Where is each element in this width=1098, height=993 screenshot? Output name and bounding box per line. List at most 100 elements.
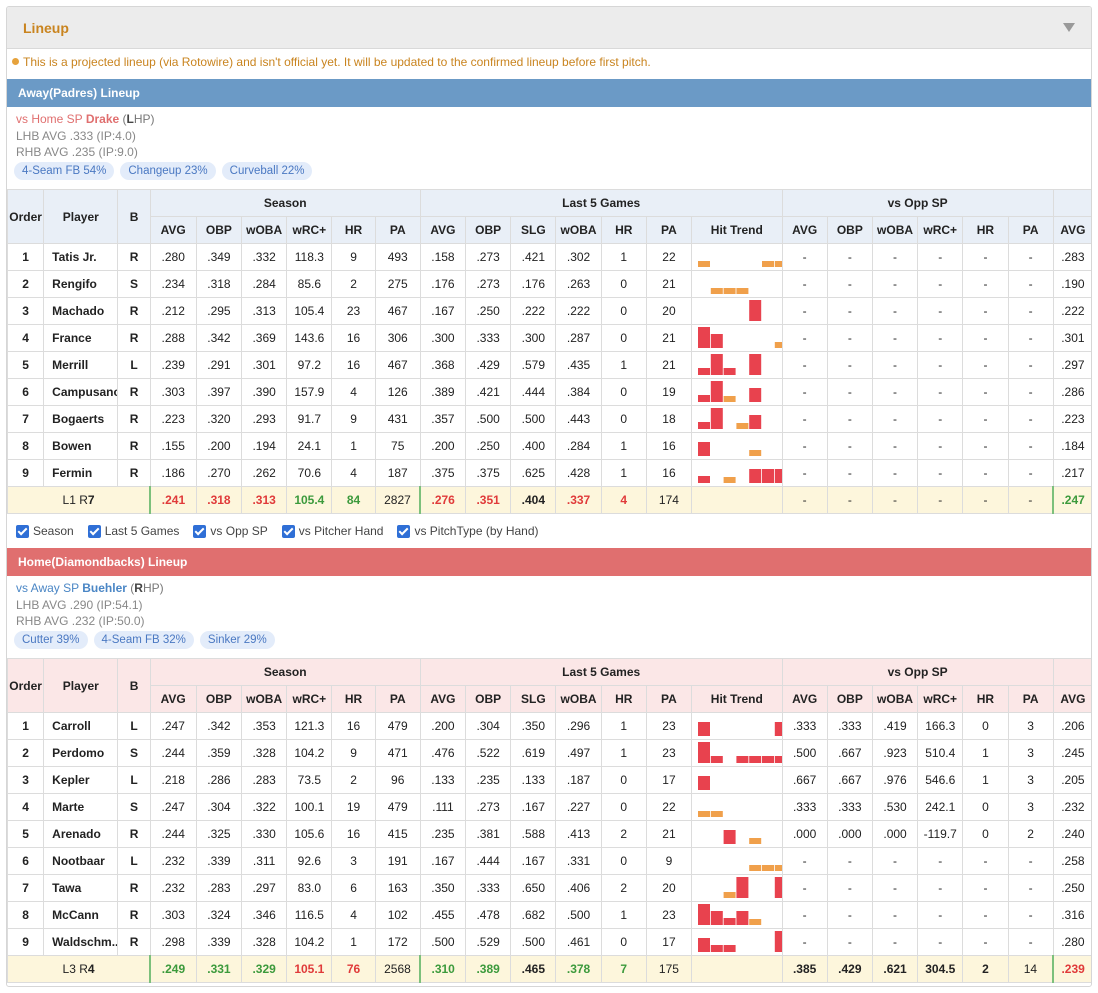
col-last5-stat[interactable]: PA	[645, 216, 693, 244]
checkbox-checked-icon[interactable]	[16, 524, 29, 538]
col-season-stat[interactable]: wOBA	[241, 216, 288, 244]
filter-checkbox[interactable]: vs Pitcher Hand	[281, 524, 383, 538]
table-row[interactable]: 8 Bowen R .155.200.194 24.1 1 75.200.250.400.2…	[7, 432, 1091, 460]
player-name[interactable]: Campusano	[43, 378, 119, 406]
col-bats[interactable]: B	[117, 658, 151, 713]
table-row[interactable]: 5 Arenado R .244.325.330 105.6 16 415.235.381.…	[7, 820, 1091, 848]
col-vs-stat[interactable]: AVG	[781, 216, 828, 244]
col-extra-avg[interactable]: AVG	[1052, 685, 1091, 713]
col-season-stat[interactable]: OBP	[195, 685, 243, 713]
table-row[interactable]: 3 Kepler L .218.286.283 73.5 2 96.133.235.133.…	[7, 766, 1091, 794]
col-order[interactable]: Order	[7, 658, 45, 713]
col-vs-stat[interactable]: HR	[962, 216, 1009, 244]
pitch-type-badge[interactable]: Cutter 39%	[14, 631, 88, 649]
table-row[interactable]: 8 McCann R .303.324.346 116.5 4 102.455.478.68…	[7, 901, 1091, 929]
filter-checkbox[interactable]: Season	[16, 524, 74, 538]
col-vs-stat[interactable]: wRC+	[917, 685, 964, 713]
table-row[interactable]: 4 Marte S .247.304.322 100.1 19 479.111.273.16…	[7, 793, 1091, 821]
col-last5-stat[interactable]: HR	[600, 685, 647, 713]
table-row[interactable]: 7 Bogaerts R .223.320.293 91.7 9 431.357.500.5…	[7, 405, 1091, 433]
player-name[interactable]: France	[43, 324, 119, 352]
table-row[interactable]: 6 Campusano R .303.397.390 157.9 4 126.389.421…	[7, 378, 1091, 406]
table-row[interactable]: 1 Carroll L .247.342.353 121.3 16 479.200.304.…	[7, 712, 1091, 740]
col-vs-stat[interactable]: wOBA	[871, 685, 919, 713]
player-name[interactable]: Rengifo	[43, 270, 119, 298]
col-last5-stat[interactable]: OBP	[465, 216, 512, 244]
col-season-stat[interactable]: PA	[374, 216, 421, 244]
table-row[interactable]: 2 Rengifo S .234.318.284 85.6 2 275.176.273.17…	[7, 270, 1091, 298]
col-season-stat[interactable]: OBP	[195, 216, 243, 244]
col-vs-stat[interactable]: wOBA	[871, 216, 919, 244]
col-last5-stat[interactable]: PA	[645, 685, 693, 713]
player-name[interactable]: Bogaerts	[43, 405, 119, 433]
player-name[interactable]: Machado	[43, 297, 119, 325]
player-name[interactable]: Fermin	[43, 459, 119, 487]
player-name[interactable]: Tawa	[43, 874, 119, 902]
pitch-type-badge[interactable]: Curveball 22%	[221, 162, 313, 180]
col-season-stat[interactable]: wOBA	[241, 685, 288, 713]
table-row[interactable]: 7 Tawa R .232.283.297 83.0 6 163.350.333.650.4…	[7, 874, 1091, 902]
col-vs-stat[interactable]: PA	[1007, 216, 1054, 244]
table-row[interactable]: 1 Tatis Jr. R .280.349.332 118.3 9 493.158.273…	[7, 243, 1091, 271]
col-season-stat[interactable]: AVG	[149, 685, 197, 713]
player-name[interactable]: Tatis Jr.	[43, 243, 119, 271]
checkbox-checked-icon[interactable]	[281, 524, 295, 538]
col-season-stat[interactable]: wRC+	[286, 685, 333, 713]
checkbox-checked-icon[interactable]	[87, 524, 101, 538]
col-player[interactable]: Player	[43, 658, 119, 713]
col-vs-stat[interactable]: OBP	[826, 216, 873, 244]
col-last5-stat[interactable]: Hit Trend	[691, 216, 783, 244]
col-vs-stat[interactable]: HR	[962, 685, 1009, 713]
player-name[interactable]: Carroll	[43, 712, 119, 740]
col-last5-stat[interactable]: SLG	[510, 216, 557, 244]
col-season-stat[interactable]: HR	[331, 685, 376, 713]
table-row[interactable]: 5 Merrill L .239.291.301 97.2 16 467.368.429.5…	[7, 351, 1091, 379]
player-name[interactable]: Merrill	[43, 351, 119, 379]
pitch-type-badge[interactable]: 4-Seam FB 32%	[93, 631, 194, 649]
col-vs-stat[interactable]: PA	[1007, 685, 1054, 713]
player-name[interactable]: Arenado	[43, 820, 119, 848]
table-row[interactable]: 6 Nootbaar L .232.339.311 92.6 3 191.167.444.1…	[7, 847, 1091, 875]
player-name[interactable]: McCann	[43, 901, 119, 929]
table-row[interactable]: 4 France R .288.342.369 143.6 16 306.300.333.3…	[7, 324, 1091, 352]
table-row[interactable]: 9 Waldschm... R .298.339.328 104.2 1 172.500.5…	[7, 928, 1091, 956]
col-last5-stat[interactable]: Hit Trend	[691, 685, 783, 713]
col-vs-stat[interactable]: OBP	[826, 685, 873, 713]
col-season-stat[interactable]: PA	[374, 685, 421, 713]
filter-checkbox[interactable]: Last 5 Games	[87, 524, 179, 538]
player-name[interactable]: Kepler	[43, 766, 119, 794]
pitch-type-badge[interactable]: Changeup 23%	[120, 162, 216, 180]
col-last5-stat[interactable]: AVG	[419, 216, 467, 244]
col-extra-avg[interactable]: AVG	[1052, 216, 1091, 244]
table-row[interactable]: 9 Fermin R .186.270.262 70.6 4 187.375.375.625…	[7, 459, 1091, 487]
col-season-stat[interactable]: AVG	[149, 216, 197, 244]
pitch-type-badge[interactable]: Sinker 29%	[199, 631, 275, 649]
col-player[interactable]: Player	[43, 189, 119, 244]
col-last5-stat[interactable]: OBP	[465, 685, 512, 713]
player-name[interactable]: Waldschm...	[43, 928, 119, 956]
sp-name-link[interactable]: Buehler	[82, 581, 127, 595]
col-order[interactable]: Order	[7, 189, 45, 244]
col-last5-stat[interactable]: HR	[600, 216, 647, 244]
filter-checkbox[interactable]: vs Opp SP	[193, 524, 268, 538]
col-bats[interactable]: B	[117, 189, 151, 244]
checkbox-checked-icon[interactable]	[397, 524, 411, 538]
col-last5-stat[interactable]: AVG	[419, 685, 467, 713]
col-vs-stat[interactable]: wRC+	[917, 216, 964, 244]
player-name[interactable]: Nootbaar	[43, 847, 119, 875]
collapse-icon[interactable]	[1063, 23, 1075, 32]
player-name[interactable]: Marte	[43, 793, 119, 821]
col-vs-stat[interactable]: AVG	[781, 685, 828, 713]
col-last5-stat[interactable]: wOBA	[555, 216, 602, 244]
checkbox-checked-icon[interactable]	[193, 524, 207, 538]
sp-name-link[interactable]: Drake	[86, 112, 119, 126]
player-name[interactable]: Bowen	[43, 432, 119, 460]
player-name[interactable]: Perdomo	[43, 739, 119, 767]
table-row[interactable]: 3 Machado R .212.295.313 105.4 23 467.167.250.…	[7, 297, 1091, 325]
table-row[interactable]: 2 Perdomo S .244.359.328 104.2 9 471.476.522.6…	[7, 739, 1091, 767]
col-season-stat[interactable]: HR	[331, 216, 376, 244]
panel-header[interactable]: Lineup	[7, 7, 1091, 49]
filter-checkbox[interactable]: vs PitchType (by Hand)	[397, 524, 539, 538]
col-last5-stat[interactable]: SLG	[510, 685, 557, 713]
col-last5-stat[interactable]: wOBA	[555, 685, 602, 713]
